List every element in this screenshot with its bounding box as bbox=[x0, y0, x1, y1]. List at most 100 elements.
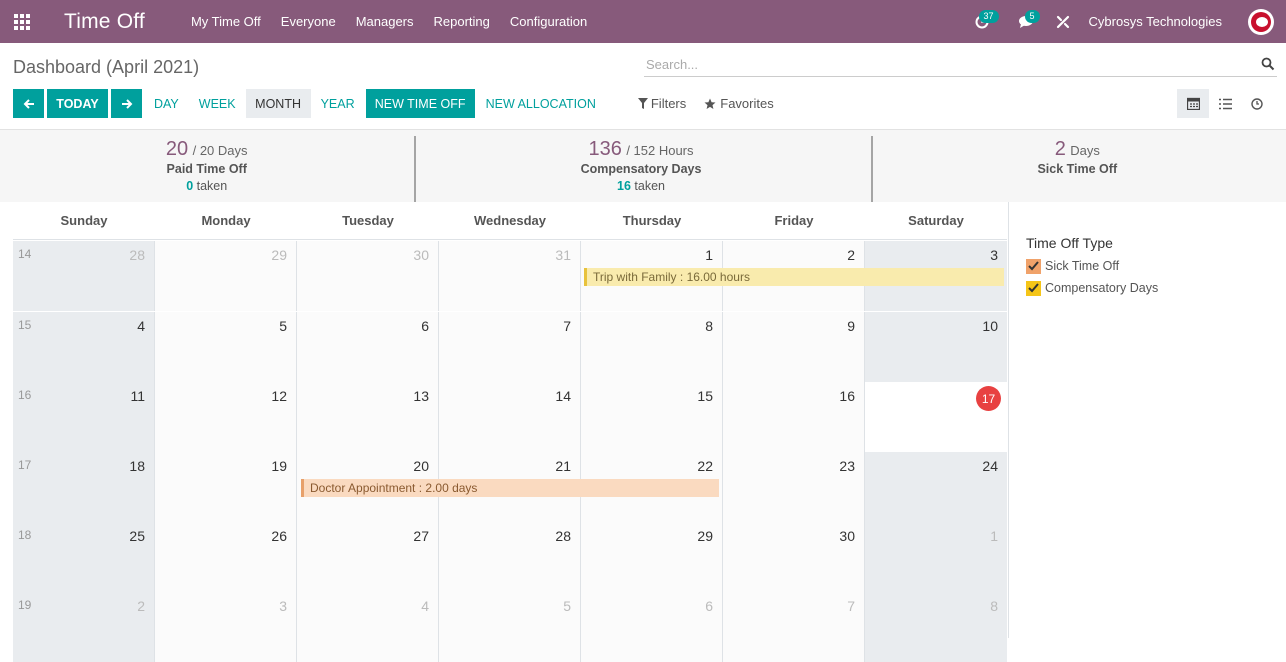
stat-total: / 152 Hours bbox=[626, 143, 694, 158]
day-cell[interactable]: 14 28 bbox=[13, 241, 155, 311]
day-cell[interactable]: 6 bbox=[581, 592, 723, 662]
day-cell[interactable]: 26 bbox=[155, 522, 297, 592]
day-cell[interactable]: 5 bbox=[155, 312, 297, 382]
day-cell[interactable]: 12 bbox=[155, 382, 297, 452]
day-number: 11 bbox=[130, 388, 145, 404]
view-year-button[interactable]: YEAR bbox=[311, 89, 365, 118]
new-allocation-button[interactable]: NEW ALLOCATION bbox=[476, 89, 606, 118]
day-cell[interactable]: 1 bbox=[865, 522, 1007, 592]
stat-taken-label: taken bbox=[196, 179, 228, 193]
stat-paid-time-off: 20 / 20 Days Paid Time Off 0 taken bbox=[0, 130, 413, 202]
day-cell[interactable]: 18 25 bbox=[13, 522, 155, 592]
today-button[interactable]: TODAY bbox=[47, 89, 108, 118]
calendar-week: 18 25 26 27 28 29 30 1 bbox=[13, 522, 1007, 592]
day-cell[interactable]: 7 bbox=[723, 592, 865, 662]
activity-menu[interactable]: 37 bbox=[965, 0, 999, 43]
day-number: 5 bbox=[279, 318, 287, 334]
filter-section-title: Time Off Type bbox=[1026, 235, 1113, 251]
day-cell[interactable]: 23 bbox=[723, 452, 865, 522]
view-switcher bbox=[1177, 89, 1273, 118]
view-day-button[interactable]: DAY bbox=[144, 89, 189, 118]
day-cell[interactable]: 24 bbox=[865, 452, 1007, 522]
day-number: 4 bbox=[137, 318, 145, 334]
weekday-saturday: Saturday bbox=[908, 213, 964, 228]
next-button[interactable] bbox=[111, 89, 142, 118]
app-title[interactable]: Time Off bbox=[64, 10, 145, 34]
day-cell[interactable]: 8 bbox=[865, 592, 1007, 662]
day-cell[interactable]: 4 bbox=[297, 592, 439, 662]
search-input[interactable] bbox=[644, 52, 1244, 76]
checkbox-compensatory-days[interactable] bbox=[1026, 280, 1041, 296]
day-number: 2 bbox=[847, 247, 855, 263]
day-number: 6 bbox=[421, 318, 429, 334]
filter-sick-time-off[interactable]: Sick Time Off bbox=[1026, 258, 1119, 274]
day-cell[interactable]: 19 2 bbox=[13, 592, 155, 662]
calendar-view-button[interactable] bbox=[1177, 89, 1209, 118]
day-number: 10 bbox=[982, 318, 998, 334]
day-cell[interactable]: 29 bbox=[155, 241, 297, 311]
today-cell[interactable]: 17 bbox=[865, 382, 1007, 452]
day-cell[interactable]: 13 bbox=[297, 382, 439, 452]
day-cell[interactable]: 30 bbox=[723, 522, 865, 592]
day-cell[interactable]: 6 bbox=[297, 312, 439, 382]
favorites-button[interactable]: Favorites bbox=[704, 89, 774, 118]
stat-value: 20 bbox=[165, 138, 189, 160]
messaging-menu[interactable]: 5 bbox=[1011, 0, 1041, 43]
search-icon[interactable] bbox=[1261, 57, 1275, 71]
day-cell[interactable]: 3 bbox=[155, 592, 297, 662]
calendar-sidebar: Time Off Type Sick Time Off Compensatory… bbox=[1008, 202, 1286, 638]
apps-menu-icon[interactable] bbox=[0, 0, 44, 43]
day-number: 5 bbox=[563, 598, 571, 614]
day-cell[interactable]: 9 bbox=[723, 312, 865, 382]
day-cell[interactable]: 14 bbox=[439, 382, 581, 452]
weekday-header: Sunday Monday Tuesday Wednesday Thursday… bbox=[13, 202, 1007, 240]
menu-everyone[interactable]: Everyone bbox=[281, 14, 336, 29]
day-number: 9 bbox=[847, 318, 855, 334]
checkbox-sick-time-off[interactable] bbox=[1026, 258, 1041, 274]
day-number: 7 bbox=[847, 598, 855, 614]
view-week-button[interactable]: WEEK bbox=[189, 89, 246, 118]
day-cell[interactable]: 8 bbox=[581, 312, 723, 382]
menu-managers[interactable]: Managers bbox=[356, 14, 414, 29]
view-month-button[interactable]: MONTH bbox=[245, 89, 311, 118]
event-trip-with-family[interactable]: Trip with Family : 16.00 hours bbox=[584, 268, 1004, 286]
day-cell[interactable]: 29 bbox=[581, 522, 723, 592]
day-cell[interactable]: 30 bbox=[297, 241, 439, 311]
event-doctor-appointment[interactable]: Doctor Appointment : 2.00 days bbox=[301, 479, 719, 497]
prev-button[interactable] bbox=[13, 89, 44, 118]
new-time-off-button[interactable]: NEW TIME OFF bbox=[365, 89, 475, 118]
week-number: 18 bbox=[18, 528, 32, 542]
day-number: 21 bbox=[555, 458, 571, 474]
day-number: 19 bbox=[271, 458, 287, 474]
day-cell[interactable]: 15 4 bbox=[13, 312, 155, 382]
day-cell[interactable]: 7 bbox=[439, 312, 581, 382]
menu-my-time-off[interactable]: My Time Off bbox=[191, 14, 261, 29]
day-cell[interactable]: 28 bbox=[439, 522, 581, 592]
activity-view-button[interactable] bbox=[1241, 89, 1273, 118]
list-view-button[interactable] bbox=[1209, 89, 1241, 118]
stat-name: Sick Time Off bbox=[1037, 162, 1118, 176]
day-cell[interactable]: 10 bbox=[865, 312, 1007, 382]
day-cell[interactable]: 27 bbox=[297, 522, 439, 592]
company-switcher[interactable]: Cybrosys Technologies bbox=[1089, 14, 1222, 29]
day-cell[interactable]: 19 bbox=[155, 452, 297, 522]
day-cell[interactable]: 15 bbox=[581, 382, 723, 452]
user-avatar[interactable] bbox=[1248, 8, 1274, 35]
day-number: 27 bbox=[413, 528, 429, 544]
day-cell[interactable]: 31 bbox=[439, 241, 581, 311]
menu-reporting[interactable]: Reporting bbox=[434, 14, 490, 29]
stat-value: 2 bbox=[1054, 138, 1066, 160]
day-number: 16 bbox=[839, 388, 855, 404]
debug-tools-menu[interactable] bbox=[1053, 0, 1073, 43]
calendar-icon bbox=[1186, 97, 1200, 110]
day-number: 24 bbox=[982, 458, 998, 474]
menu-configuration[interactable]: Configuration bbox=[510, 14, 587, 29]
day-cell[interactable]: 5 bbox=[439, 592, 581, 662]
filters-button[interactable]: Filters bbox=[637, 89, 686, 118]
day-cell[interactable]: 17 18 bbox=[13, 452, 155, 522]
activity-count-badge: 37 bbox=[978, 10, 999, 23]
day-number: 26 bbox=[271, 528, 287, 544]
day-cell[interactable]: 16 bbox=[723, 382, 865, 452]
filter-compensatory-days[interactable]: Compensatory Days bbox=[1026, 280, 1158, 296]
day-cell[interactable]: 16 11 bbox=[13, 382, 155, 452]
